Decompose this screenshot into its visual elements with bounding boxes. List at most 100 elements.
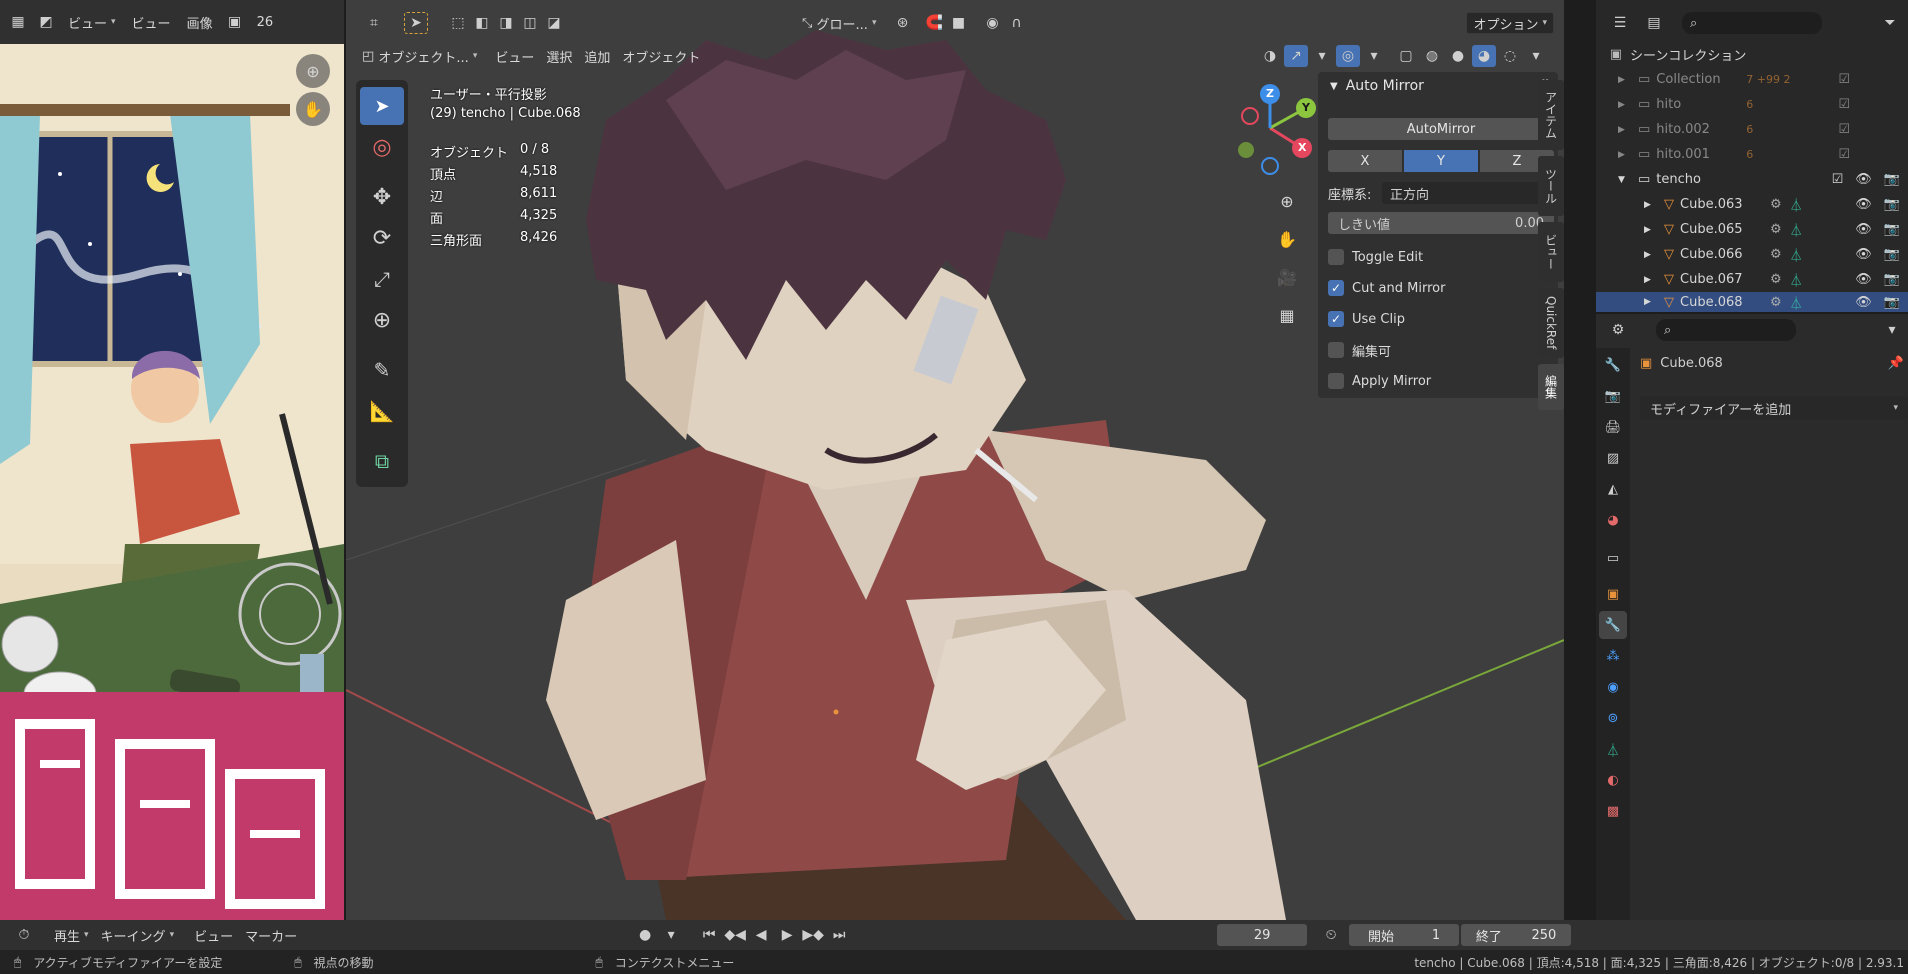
transform-orientation-dropdown[interactable]: ⤡ グロー... ▾ [796, 12, 882, 34]
select-box-mode-icon[interactable]: ⬚ [446, 12, 470, 34]
apply-mirror-checkbox[interactable]: Apply Mirror [1328, 370, 1554, 392]
select-tool-icon[interactable]: ➤ [404, 12, 428, 34]
view-layer-tab[interactable]: ▨ [1599, 444, 1627, 472]
expand-arrow-icon[interactable]: ▶ [1644, 200, 1664, 210]
ortho-toggle-button[interactable]: ▦ [1270, 298, 1304, 332]
record-icon[interactable]: ● [633, 924, 657, 946]
timeline-view-menu[interactable]: ビュー [188, 924, 239, 946]
play-reverse-icon[interactable]: ◀ [749, 924, 773, 946]
checkbox-icon[interactable]: ☑ [1838, 122, 1850, 137]
end-frame-field[interactable]: 終了 250 [1461, 924, 1572, 946]
render-tab[interactable]: 📷 [1599, 382, 1627, 410]
toggle-edit-checkbox[interactable]: Toggle Edit [1328, 246, 1554, 268]
editable-checkbox[interactable]: 編集可 [1328, 339, 1554, 361]
navigation-gizmo[interactable]: X Y Z [1210, 80, 1330, 190]
jump-start-icon[interactable]: ⏮ [697, 924, 721, 946]
add-cube-tool[interactable]: ⧉ [360, 442, 404, 480]
outliner-row[interactable]: ▼ ▭ tencho ☑ 👁 📷 [1596, 167, 1908, 192]
solid-shading-icon[interactable]: ● [1446, 45, 1470, 67]
properties-search-input[interactable]: ⌕ [1656, 319, 1796, 341]
select-intersect-icon[interactable]: ◪ [542, 12, 566, 34]
eye-icon[interactable]: 👁 [1855, 295, 1872, 310]
use-clip-checkbox[interactable]: ✓ Use Clip [1328, 308, 1554, 330]
outliner-row[interactable]: ▶ ▽ Cube.067 ⚙ ⏃ 👁 📷 [1596, 267, 1908, 292]
filter-icon[interactable]: ⏷ [1878, 12, 1902, 34]
camera-icon[interactable]: 📷 [1884, 172, 1900, 187]
editor-type-icon[interactable]: ⚙ [1606, 319, 1630, 341]
pin-icon[interactable]: 📌 [1888, 356, 1904, 371]
particles-tab[interactable]: ⁂ [1599, 642, 1627, 670]
outliner-search-input[interactable]: ⌕ [1682, 12, 1822, 34]
rendered-shading-icon[interactable]: ◌ [1498, 45, 1522, 67]
gizmo-toggle-icon[interactable]: ↗ [1284, 45, 1308, 67]
eye-icon[interactable]: 👁 [1855, 222, 1872, 237]
collection-tab[interactable]: ▭ [1599, 544, 1627, 572]
editor-type-icon[interactable]: ▦ [6, 11, 30, 33]
next-keyframe-icon[interactable]: ▶◆ [801, 924, 825, 946]
cursor-tool[interactable]: ◎ [360, 128, 404, 166]
select-box-tool[interactable]: ➤ [360, 87, 404, 125]
pan-view-button[interactable]: ✋ [1270, 222, 1304, 256]
falloff-curve-icon[interactable]: ∩ [1004, 12, 1028, 34]
current-frame-field[interactable]: 29 [1217, 924, 1308, 946]
record-dropdown-icon[interactable]: ▾ [659, 924, 683, 946]
3d-viewport[interactable]: ⌗ ➤ ⬚ ◧ ◨ ◫ ◪ ⤡ グロー... ▾ ⊛ 🧲 ■ ◉ ∩ オプション ▾… [346, 0, 1564, 920]
pan-hand-icon[interactable]: ✋ [296, 92, 330, 126]
camera-icon[interactable]: 📷 [1884, 222, 1900, 237]
camera-view-button[interactable]: 🎥 [1270, 260, 1304, 294]
snap-target-icon[interactable]: ■ [946, 12, 970, 34]
checkbox-icon[interactable]: ☑ [1838, 72, 1850, 87]
object-tab[interactable]: ▣ [1599, 580, 1627, 608]
axis-y-button[interactable]: Y [1404, 150, 1478, 172]
move-tool[interactable]: ✥ [360, 178, 404, 216]
gizmo-dropdown-icon[interactable]: ▾ [1310, 45, 1334, 67]
outliner-row[interactable]: ▶ ▭ hito.002 6 ☑ [1596, 117, 1908, 142]
threshold-field[interactable]: しきい値 0.00 [1328, 212, 1554, 234]
shading-dropdown-icon[interactable]: ▾ [1524, 45, 1548, 67]
camera-icon[interactable]: 📷 [1884, 247, 1900, 262]
menu-object[interactable]: オブジェクト [616, 45, 706, 67]
zoom-view-button[interactable]: ⊕ [1270, 184, 1304, 218]
scene-tab[interactable]: ◭ [1599, 475, 1627, 503]
collapse-arrow-icon[interactable]: ▼ [1618, 175, 1638, 185]
outliner-row-active[interactable]: ▶ ▽ Cube.068 ⚙ ⏃ 👁 📷 [1596, 292, 1908, 312]
world-tab[interactable]: ◕ [1599, 506, 1627, 534]
eye-icon[interactable]: 👁 [1855, 172, 1872, 187]
tool-settings-tab[interactable]: 🔧 [1599, 351, 1627, 379]
xray-icon[interactable]: ▢ [1394, 45, 1418, 67]
snap-magnet-icon[interactable]: 🧲 [922, 12, 946, 34]
stopwatch-icon[interactable]: ⏲ [1319, 924, 1343, 946]
outliner-row[interactable]: ▶ ▭ Collection 7 +99 2 ☑ [1596, 67, 1908, 92]
outliner-row[interactable]: ▶ ▽ Cube.063 ⚙ ⏃ 👁 📷 [1596, 192, 1908, 217]
playback-dropdown[interactable]: 再生 ▾ [48, 924, 95, 946]
outliner-row[interactable]: ▶ ▽ Cube.066 ⚙ ⏃ 👁 📷 [1596, 242, 1908, 267]
cut-and-mirror-checkbox[interactable]: ✓ Cut and Mirror [1328, 277, 1554, 299]
constraints-tab[interactable]: ⊚ [1599, 704, 1627, 732]
tab-edit[interactable]: 編集 [1538, 364, 1564, 410]
add-modifier-dropdown[interactable]: モディファイアーを追加 ▾ [1640, 396, 1908, 420]
jump-end-icon[interactable]: ⏭ [827, 924, 851, 946]
eye-icon[interactable]: 👁 [1855, 247, 1872, 262]
proportional-edit-icon[interactable]: ◉ [980, 12, 1004, 34]
modifiers-tab[interactable]: 🔧 [1599, 611, 1627, 639]
dropdown-arrow-icon[interactable]: ▾ [1880, 319, 1904, 341]
keying-dropdown[interactable]: キーイング ▾ [95, 924, 181, 946]
outliner-row[interactable]: ▶ ▽ Cube.065 ⚙ ⏃ 👁 📷 [1596, 217, 1908, 242]
overlay-toggle-icon[interactable]: ◎ [1336, 45, 1360, 67]
material-tab[interactable]: ◐ [1599, 766, 1627, 794]
tab-item[interactable]: アイテム [1538, 80, 1564, 150]
tab-quickref[interactable]: QuickRef [1538, 288, 1564, 358]
visibility-icon[interactable]: ◑ [1258, 45, 1282, 67]
rotate-tool[interactable]: ⟳ [360, 219, 404, 257]
editor-type-icon[interactable]: ☰ [1608, 12, 1632, 34]
select-extend-icon[interactable]: ◧ [470, 12, 494, 34]
automirror-button[interactable]: AutoMirror [1328, 118, 1554, 140]
expand-arrow-icon[interactable]: ▶ [1618, 150, 1638, 160]
checkbox-icon[interactable]: ☑ [1838, 147, 1850, 162]
expand-arrow-icon[interactable]: ▶ [1644, 225, 1664, 235]
outliner-row[interactable]: ▶ ▭ hito.001 6 ☑ [1596, 142, 1908, 167]
display-mode-icon[interactable]: ▤ [1642, 12, 1666, 34]
menu-select[interactable]: 選択 [540, 45, 578, 67]
image-view-dropdown[interactable]: ビュー ▾ [62, 11, 122, 33]
eye-icon[interactable]: 👁 [1855, 197, 1872, 212]
